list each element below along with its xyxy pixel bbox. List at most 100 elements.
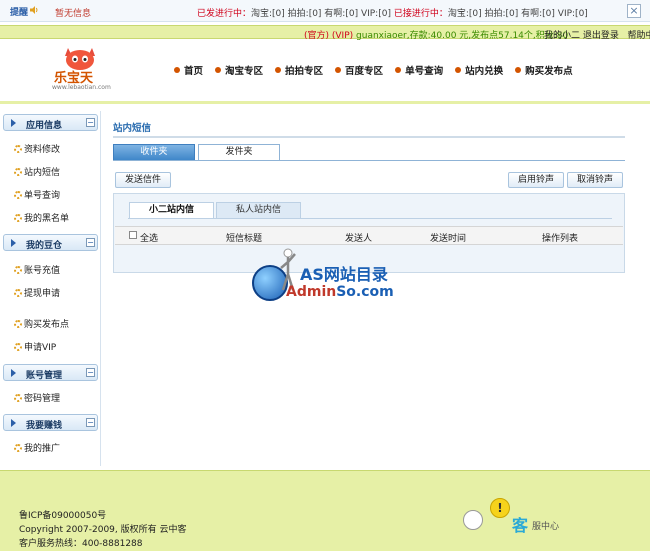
sidebar-section-account[interactable]: 账号管理 − xyxy=(3,364,98,381)
sidebar-item-buy-points[interactable]: 购买发布点 xyxy=(14,317,69,330)
collapse-icon[interactable]: − xyxy=(86,118,95,127)
arrow-right-icon xyxy=(11,119,16,127)
sidebar-item-promotion[interactable]: 我的推广 xyxy=(14,441,60,454)
speaker-icon xyxy=(30,6,38,14)
recv-items: 淘宝:[0] 拍拍:[0] 有啊:[0] VIP:[0] xyxy=(447,9,588,19)
smiley-icon xyxy=(463,510,483,530)
sidebar-section-beans[interactable]: 我的豆仓 − xyxy=(3,234,98,251)
gear-icon xyxy=(14,144,22,153)
gear-icon xyxy=(14,319,22,328)
nav-item-taobao[interactable]: 淘宝专区 xyxy=(215,63,263,77)
no-message-text: 暂无信息 xyxy=(55,9,92,19)
footer: 鲁ICP备09000050号 Copyright 2007-2009, 版权所有… xyxy=(0,470,650,551)
sidebar-item-edit-profile[interactable]: 资料修改 xyxy=(14,142,60,155)
watermark-domain: AdminSo.com xyxy=(286,284,394,300)
sidebar-item-order-query[interactable]: 单号查询 xyxy=(14,188,60,201)
sidebar: 应用信息 − 资料修改 站内短信 单号查询 我的黑名单 我的豆仓 − 账号充值 … xyxy=(0,111,101,466)
nav-divider xyxy=(0,101,650,104)
gear-icon xyxy=(14,190,22,199)
exclamation-icon: ! xyxy=(490,498,510,518)
message-table-header: 全选 短信标题 发送人 发送时间 操作列表 xyxy=(115,226,623,245)
bullet-icon xyxy=(515,67,522,73)
sent-prefix: 已发进行中： xyxy=(197,9,252,19)
nav-item-buy-points[interactable]: 购买发布点 xyxy=(515,63,573,77)
customer-service-logo[interactable]: ! 客 服中心 xyxy=(463,498,583,538)
bullet-icon xyxy=(275,67,282,73)
user-links: 我的小二 退出登录 帮助中心 xyxy=(544,28,650,41)
sidebar-section-app-info[interactable]: 应用信息 − xyxy=(3,114,98,131)
col-actions: 操作列表 xyxy=(542,234,579,244)
gear-icon xyxy=(14,443,22,452)
subtab-divider xyxy=(128,218,612,219)
gear-icon xyxy=(14,342,22,351)
logo-url: www.lebaotian.com xyxy=(52,84,111,91)
bullet-icon xyxy=(174,67,180,73)
notice-bar: 提醒 暂无信息 已发进行中：淘宝:[0] 拍拍:[0] 有啊:[0] VIP:[… xyxy=(0,0,650,22)
sidebar-item-recharge[interactable]: 账号充值 xyxy=(14,263,60,276)
nav-item-baidu[interactable]: 百度专区 xyxy=(335,63,383,77)
gear-icon xyxy=(14,265,22,274)
user-bar: (官方) (VIP) guanxiaoer,存款:40.00 元,发布点57.1… xyxy=(0,25,650,41)
sent-items: 淘宝:[0] 拍拍:[0] 有啊:[0] VIP:[0] xyxy=(251,9,391,19)
remind-label: 提醒 xyxy=(10,8,29,18)
section-title: 我的豆仓 xyxy=(26,241,63,251)
sidebar-item-withdraw[interactable]: 提现申请 xyxy=(14,286,60,299)
bullet-icon xyxy=(395,67,402,73)
nav-item-home[interactable]: 首页 xyxy=(174,63,203,77)
cancel-ringtone-button[interactable]: 取消铃声 xyxy=(567,172,623,188)
col-send-time: 发送时间 xyxy=(430,234,467,244)
enable-ringtone-button[interactable]: 启用铃声 xyxy=(508,172,564,188)
user-info: (官方) (VIP) guanxiaoer,存款:40.00 元,发布点57.1… xyxy=(304,28,568,41)
progress-status: 已发进行中：淘宝:[0] 拍拍:[0] 有啊:[0] VIP:[0] 已接进行中… xyxy=(197,6,588,19)
vip-tag: (官方) (VIP) xyxy=(304,31,354,41)
gear-icon xyxy=(14,167,22,176)
bullet-icon xyxy=(335,67,342,73)
gear-icon xyxy=(14,393,22,402)
service-hotline: 客户服务热线：400-8881288 xyxy=(19,539,143,549)
recv-prefix: 已接进行中： xyxy=(393,9,448,19)
sidebar-item-password[interactable]: 密码管理 xyxy=(14,391,60,404)
site-logo[interactable]: 乐宝天 www.lebaotian.com xyxy=(44,44,111,91)
title-divider xyxy=(113,136,625,138)
arrow-right-icon xyxy=(11,239,16,247)
send-message-button[interactable]: 发送信件 xyxy=(115,172,171,188)
page-title: 站内短信 xyxy=(113,123,152,134)
copyright-text: Copyright 2007-2009, 版权所有 云中客 xyxy=(19,525,187,535)
collapse-icon[interactable]: − xyxy=(86,368,95,377)
service-label: 服中心 xyxy=(532,522,560,532)
sidebar-section-earn[interactable]: 我要赚钱 − xyxy=(3,414,98,431)
sidebar-item-blacklist[interactable]: 我的黑名单 xyxy=(14,211,69,224)
nav-item-order-query[interactable]: 单号查询 xyxy=(395,63,443,77)
gear-icon xyxy=(14,213,22,222)
icp-number[interactable]: 鲁ICP备09000050号 xyxy=(19,508,106,521)
username[interactable]: guanxiaoer, xyxy=(356,31,410,41)
nav-item-paipai[interactable]: 拍拍专区 xyxy=(275,63,323,77)
sidebar-item-apply-vip[interactable]: 申请VIP xyxy=(14,340,56,353)
col-select-all[interactable]: 全选 xyxy=(140,231,158,244)
close-icon[interactable]: × xyxy=(627,4,641,18)
section-title: 应用信息 xyxy=(26,121,63,131)
watermark-title: AS网站目录 xyxy=(300,265,388,284)
tab-private-messages[interactable]: 私人站内信 xyxy=(216,202,301,219)
my-account-link[interactable]: 我的小二 xyxy=(544,31,580,41)
logout-link[interactable]: 退出登录 xyxy=(583,31,619,41)
tab-divider xyxy=(113,160,625,161)
nav-item-exchange[interactable]: 站内兑换 xyxy=(455,63,503,77)
section-title: 账号管理 xyxy=(26,371,63,381)
tab-system-messages[interactable]: 小二站内信 xyxy=(129,202,214,219)
select-all-checkbox[interactable] xyxy=(129,231,137,239)
help-link[interactable]: 帮助中心 xyxy=(628,31,650,41)
watermark-logo: AS网站目录 AdminSo.com xyxy=(248,246,398,308)
tab-outbox[interactable]: 发件夹 xyxy=(198,144,280,161)
gear-icon xyxy=(14,288,22,297)
tab-inbox[interactable]: 收件夹 xyxy=(113,144,195,161)
main-nav: 首页 淘宝专区 拍拍专区 百度专区 单号查询 站内兑换 购买发布点 xyxy=(174,63,585,77)
bullet-icon xyxy=(455,67,462,73)
sidebar-item-messages[interactable]: 站内短信 xyxy=(14,165,60,178)
bullet-icon xyxy=(215,67,222,73)
col-sender: 发送人 xyxy=(345,234,373,244)
section-title: 我要赚钱 xyxy=(26,421,63,431)
collapse-icon[interactable]: − xyxy=(86,238,95,247)
collapse-icon[interactable]: − xyxy=(86,418,95,427)
arrow-right-icon xyxy=(11,369,16,377)
